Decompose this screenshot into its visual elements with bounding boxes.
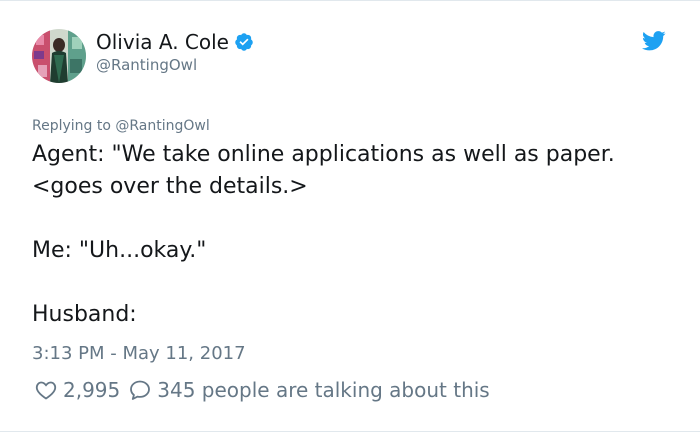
replying-to-handle-link[interactable]: @RantingOwl [115, 118, 209, 134]
verified-badge-icon [234, 32, 254, 52]
avatar[interactable] [32, 29, 86, 83]
avatar-image [32, 29, 86, 83]
tweet-line: Husband: [32, 302, 137, 327]
tweet-line: Me: "Uh...okay." [32, 238, 207, 263]
author-handle[interactable]: @RantingOwl [96, 55, 197, 75]
tweet-card: Olivia A. Cole @RantingOwl Replying to @… [0, 0, 700, 432]
tweet-line: <goes over the details.> [32, 174, 308, 199]
tweet-timestamp[interactable]: 3:13 PM - May 11, 2017 [32, 342, 246, 366]
reply-bubble-icon[interactable] [128, 378, 152, 402]
author-name-row[interactable]: Olivia A. Cole [96, 29, 254, 55]
replying-to-label: Replying to [32, 118, 111, 134]
heart-icon[interactable] [34, 378, 58, 402]
twitter-bird-icon[interactable] [642, 31, 666, 51]
replying-to: Replying to @RantingOwl [32, 117, 210, 135]
author-display-name[interactable]: Olivia A. Cole [96, 29, 229, 55]
talking-about-link[interactable]: 345 people are talking about this [157, 378, 489, 402]
like-count[interactable]: 2,995 [63, 378, 120, 402]
tweet-line: Agent: "We take online applications as w… [32, 142, 615, 167]
tweet-text: Agent: "We take online applications as w… [32, 139, 682, 331]
engagement-bar: 2,995 345 people are talking about this [34, 376, 490, 404]
